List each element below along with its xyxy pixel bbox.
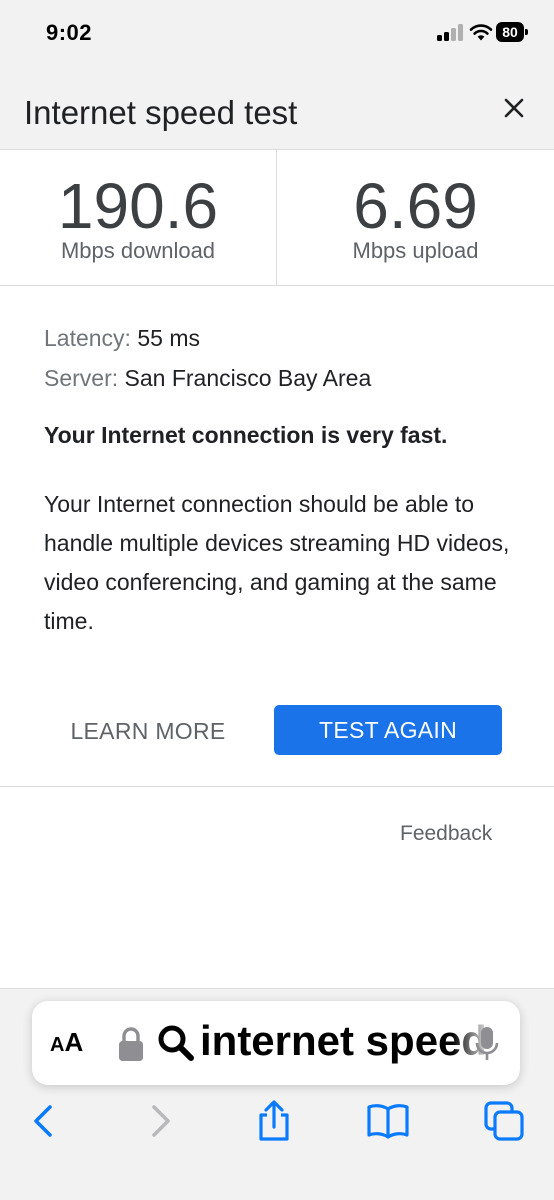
test-again-button[interactable]: TEST AGAIN xyxy=(274,705,502,755)
status-bar: 9:02 80 xyxy=(0,0,554,64)
speed-test-header: Internet speed test xyxy=(0,64,554,150)
share-icon[interactable] xyxy=(252,1099,296,1143)
battery-level: 80 xyxy=(496,22,524,42)
section-divider xyxy=(0,786,554,787)
feedback-link[interactable]: Feedback xyxy=(400,822,492,846)
battery-icon: 80 xyxy=(496,22,528,42)
lock-icon xyxy=(119,1027,143,1061)
page-settings-button[interactable]: AA xyxy=(50,1027,83,1058)
server-value: San Francisco Bay Area xyxy=(124,365,372,391)
page-title: Internet speed test xyxy=(24,94,298,131)
server-line: Server: San Francisco Bay Area xyxy=(44,358,514,398)
search-icon xyxy=(158,1025,194,1061)
latency-line: Latency: 55 ms xyxy=(44,318,514,358)
tabs-icon[interactable] xyxy=(482,1099,526,1143)
upload-result: 6.69 Mbps upload xyxy=(277,150,554,286)
download-result: 190.6 Mbps download xyxy=(0,150,277,286)
url-text[interactable]: internet speed test xyxy=(200,1017,490,1065)
aa-big: A xyxy=(64,1027,84,1057)
browser-toolbar: AA internet speed test xyxy=(0,988,554,1200)
upload-unit: Mbps upload xyxy=(352,238,479,263)
back-icon[interactable] xyxy=(22,1099,66,1143)
latency-label: Latency: xyxy=(44,325,131,351)
close-icon[interactable] xyxy=(496,90,532,126)
download-value: 190.6 xyxy=(57,170,219,242)
test-details: Latency: 55 ms Server: San Francisco Bay… xyxy=(44,318,514,398)
upload-value: 6.69 xyxy=(353,170,478,242)
status-time: 9:02 xyxy=(46,20,93,45)
speed-results: 190.6 Mbps download 6.69 Mbps upload xyxy=(0,150,554,286)
bookmarks-icon[interactable] xyxy=(366,1099,410,1143)
speed-description: Your Internet connection should be able … xyxy=(44,491,510,634)
speed-verdict: Your Internet connection is very fast. xyxy=(44,422,448,448)
wifi-icon xyxy=(469,24,493,41)
download-unit: Mbps download xyxy=(60,238,216,263)
learn-more-button[interactable]: LEARN MORE xyxy=(48,706,248,756)
microphone-icon[interactable] xyxy=(474,1025,500,1063)
aa-small: A xyxy=(50,1034,65,1056)
server-label: Server: xyxy=(44,365,119,391)
latency-value: 55 ms xyxy=(137,325,200,351)
cellular-signal-icon xyxy=(437,23,463,41)
address-bar[interactable]: AA internet speed test xyxy=(32,1001,520,1085)
forward-icon[interactable] xyxy=(138,1099,182,1143)
